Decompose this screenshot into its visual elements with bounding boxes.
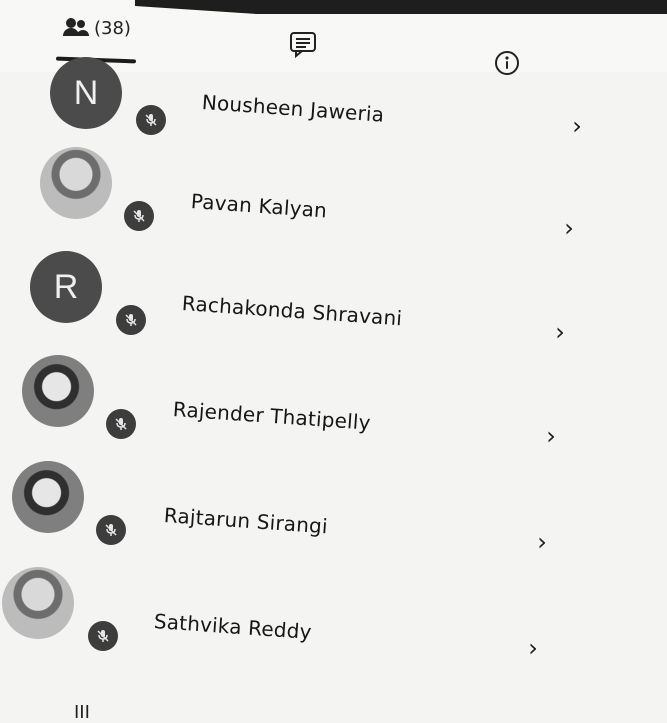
- avatar: N: [50, 57, 122, 129]
- mic-off-icon: [106, 409, 136, 439]
- tab-participants[interactable]: (38): [62, 16, 131, 40]
- mic-off-icon: [124, 201, 154, 231]
- participant-row[interactable]: R Rachakonda Shravani ›: [0, 251, 640, 367]
- chat-icon: [288, 30, 318, 58]
- participant-name: Rajtarun Sirangi: [163, 503, 329, 539]
- chevron-right-icon[interactable]: ›: [531, 528, 553, 556]
- participant-row[interactable]: Rajtarun Sirangi ›: [0, 461, 640, 575]
- tab-chat[interactable]: [288, 30, 318, 58]
- participant-name: Nousheen Jaweria: [201, 90, 386, 127]
- participant-row[interactable]: Sathvika Reddy ›: [0, 567, 640, 679]
- participant-name: Rajender Thatipelly: [172, 397, 372, 435]
- avatar: [12, 461, 84, 533]
- participant-row[interactable]: Pavan Kalyan ›: [0, 147, 640, 263]
- mic-off-icon: [116, 305, 146, 335]
- chevron-right-icon[interactable]: ›: [540, 422, 562, 450]
- participant-name: Pavan Kalyan: [190, 189, 328, 223]
- avatar: [22, 355, 94, 427]
- chevron-right-icon[interactable]: ›: [522, 634, 544, 662]
- participant-name: Rachakonda Shravani: [181, 291, 404, 331]
- participant-name: Sathvika Reddy: [153, 609, 313, 644]
- avatar: R: [30, 251, 102, 323]
- avatar: [40, 147, 112, 219]
- avatar-letter: N: [73, 73, 99, 112]
- mic-off-icon: [96, 515, 126, 545]
- chevron-right-icon[interactable]: ›: [558, 214, 580, 242]
- chevron-right-icon[interactable]: ›: [549, 318, 571, 346]
- chevron-right-icon[interactable]: ›: [566, 112, 588, 140]
- top-bar: [135, 0, 667, 14]
- avatar: [2, 567, 74, 639]
- people-icon: [62, 16, 90, 40]
- mic-off-icon: [88, 621, 118, 651]
- participants-list: N Nousheen Jaweria › Pavan Kalyan › R Ra…: [0, 55, 667, 695]
- avatar-letter: R: [53, 267, 79, 306]
- participant-row[interactable]: Rajender Thatipelly ›: [0, 355, 640, 471]
- participants-count: (38): [94, 17, 131, 39]
- participant-row[interactable]: N Nousheen Jaweria ›: [0, 55, 640, 159]
- mic-off-icon: [136, 105, 166, 135]
